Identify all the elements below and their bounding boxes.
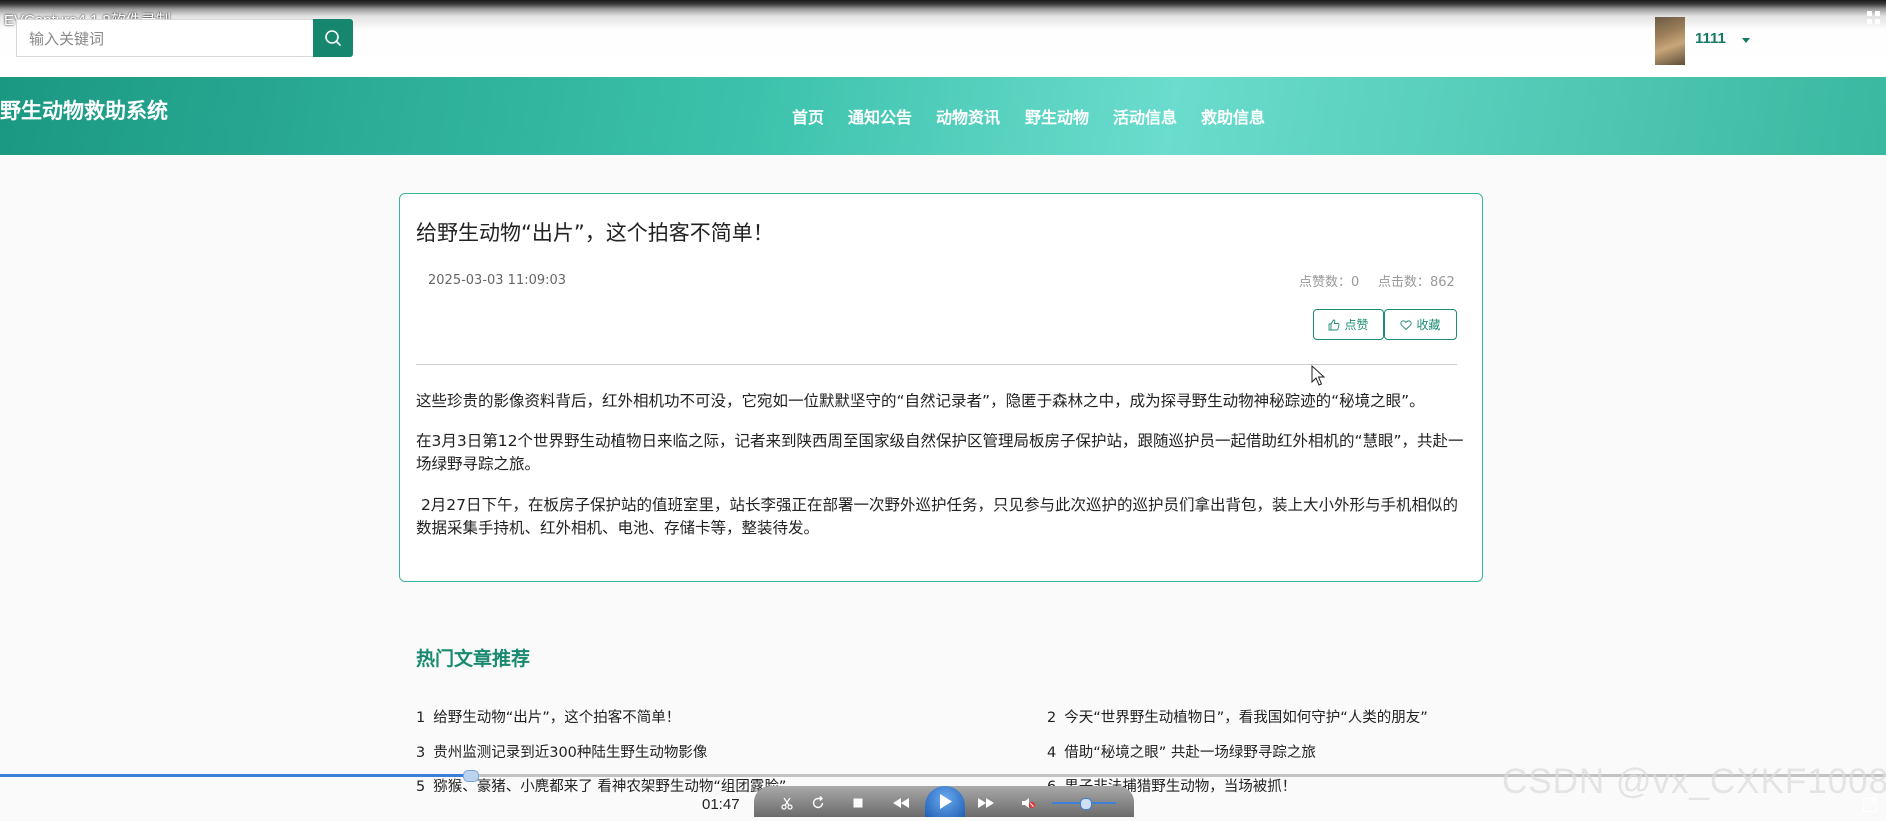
likes-stat: 点赞数：0	[1299, 271, 1359, 290]
like-button[interactable]: 点赞	[1313, 309, 1384, 340]
nav-item-home[interactable]: 首页	[792, 104, 824, 128]
hot-article-title[interactable]: 今天“世界野生动植物日”，看我国如何守护“人类的朋友”	[1064, 710, 1428, 726]
likes-label: 点赞数：	[1299, 275, 1352, 290]
article-paragraph: 这些珍贵的影像资料背后，红外相机功不可没，它宛如一位默默坚守的“自然记录者”，隐…	[416, 392, 1425, 410]
video-progress-fill	[0, 774, 470, 777]
mute-icon[interactable]	[1020, 795, 1036, 811]
favorite-button-label: 收藏	[1416, 318, 1441, 332]
article-date: 2025-03-03 11:09:03	[428, 273, 567, 288]
nav-item-animal-news[interactable]: 动物资讯	[936, 104, 1000, 128]
video-progress-handle[interactable]	[463, 770, 479, 782]
hot-article-item[interactable]: 1 给野生动物“出片”，这个拍客不简单！	[416, 706, 680, 727]
nav-item-activities[interactable]: 活动信息	[1113, 104, 1177, 128]
stop-icon[interactable]	[850, 795, 866, 811]
article-paragraph: 在3月3日第12个世界野生动植物日来临之际，记者来到陕西周至国家级自然保护区管理…	[416, 432, 1464, 473]
hot-article-item[interactable]: 4 借助“秘境之眼” 共赴一场绿野寻踪之旅	[1047, 741, 1316, 762]
search-button[interactable]	[313, 19, 353, 57]
favorite-button[interactable]: 收藏	[1384, 309, 1457, 340]
username[interactable]: 1111	[1695, 30, 1726, 47]
thumbs-up-icon	[1329, 319, 1340, 330]
watermark: CSDN @vx_CXKF10088	[1502, 762, 1886, 801]
nav-item-notices[interactable]: 通知公告	[848, 104, 912, 128]
likes-count: 0	[1351, 275, 1360, 290]
mouse-pointer-icon	[1311, 365, 1325, 386]
hot-article-title[interactable]: 给野生动物“出片”，这个拍客不简单！	[433, 710, 680, 726]
hot-article-number: 1	[416, 710, 426, 726]
search-icon	[325, 30, 341, 46]
rewind-icon[interactable]	[890, 795, 912, 811]
hot-article-number: 3	[416, 745, 426, 761]
nav-item-rescue[interactable]: 救助信息	[1201, 104, 1265, 128]
play-button[interactable]	[925, 786, 965, 817]
clicks-label: 点击数：	[1378, 275, 1431, 290]
article-paragraph: 2月27日下午，在板房子保护站的值班室里，站长李强正在部署一次野外巡护任务，只见…	[416, 496, 1459, 537]
hot-article-number: 5	[416, 779, 426, 795]
volume-handle[interactable]	[1080, 798, 1092, 810]
clicks-count: 862	[1430, 275, 1455, 290]
hot-article-item[interactable]: 2 今天“世界野生动植物日”，看我国如何守护“人类的朋友”	[1047, 706, 1428, 727]
hot-article-title[interactable]: 借助“秘境之眼” 共赴一场绿野寻踪之旅	[1064, 745, 1316, 761]
hot-article-number: 4	[1047, 745, 1057, 761]
fast-forward-icon[interactable]	[975, 795, 997, 811]
playback-time: 01:47	[702, 796, 740, 813]
search-input[interactable]	[27, 20, 311, 58]
hot-article-title[interactable]: 猕猴、豪猪、小麂都来了 看神农架野生动物“组团露脸”	[433, 779, 786, 795]
search-box	[16, 19, 314, 58]
loop-icon[interactable]	[810, 795, 826, 811]
grid-icon[interactable]	[1866, 10, 1882, 26]
chevron-down-icon[interactable]	[1742, 38, 1750, 43]
fullscreen-icon[interactable]	[1862, 797, 1878, 813]
site-title: 野生动物救助系统	[0, 99, 168, 123]
avatar[interactable]	[1655, 17, 1685, 65]
scissors-icon[interactable]	[779, 795, 795, 811]
hot-article-title[interactable]: 贵州监测记录到近300种陆生野生动物影像	[433, 745, 707, 761]
hot-article-item[interactable]: 3 贵州监测记录到近300种陆生野生动物影像	[416, 741, 707, 762]
play-icon	[940, 794, 952, 809]
hot-article-number: 2	[1047, 710, 1057, 726]
article-title: 给野生动物“出片”，这个拍客不简单！	[416, 221, 774, 245]
hot-articles-title: 热门文章推荐	[416, 648, 531, 670]
heart-icon	[1400, 319, 1413, 330]
divider	[416, 364, 1457, 365]
like-button-label: 点赞	[1344, 318, 1369, 332]
nav-item-wild-animals[interactable]: 野生动物	[1025, 104, 1089, 128]
clicks-stat: 点击数：862	[1378, 271, 1455, 290]
